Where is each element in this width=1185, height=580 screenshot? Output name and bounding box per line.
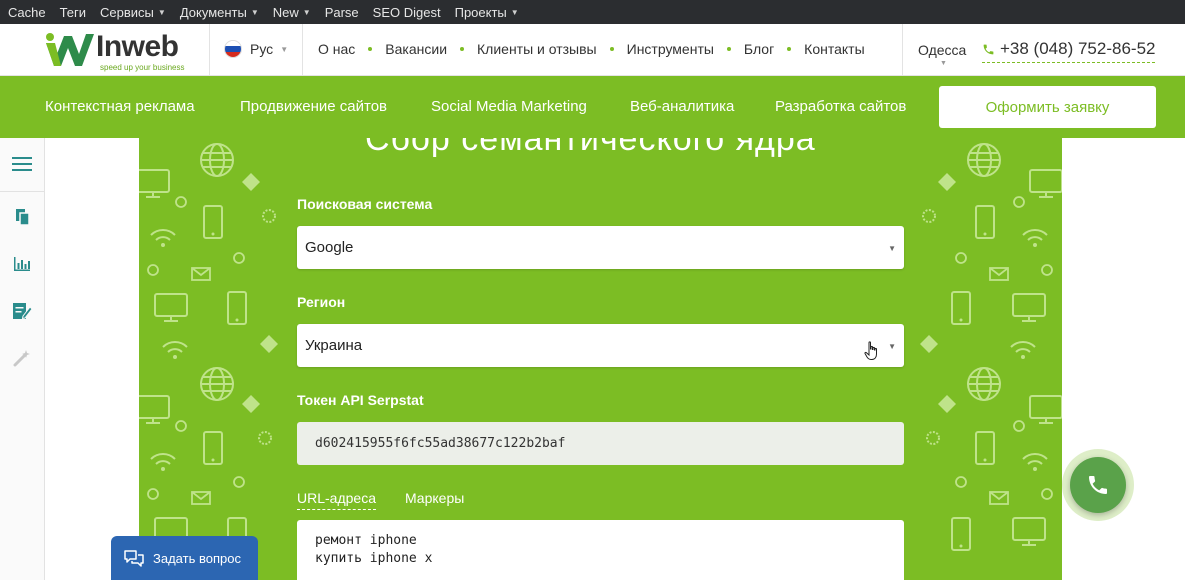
tab-markers[interactable]: Маркеры [405, 490, 464, 510]
search-engine-select[interactable]: Google ▼ [297, 226, 904, 269]
russian-flag-icon [224, 40, 242, 58]
hand-pointer-cursor-icon [864, 341, 877, 360]
admin-bar-item-tags[interactable]: Теги [60, 5, 86, 20]
copy-documents-icon[interactable] [11, 206, 33, 228]
api-token-label: Токен API Serpstat [297, 392, 424, 408]
admin-bar-item-projects[interactable]: Проекты ▼ [455, 5, 519, 20]
header-divider [902, 24, 903, 76]
language-switcher[interactable]: Рус ▼ [224, 40, 288, 58]
region-select[interactable]: Украина ▼ [297, 324, 904, 367]
phone-icon [983, 44, 994, 54]
language-label: Рус [250, 41, 274, 57]
admin-bar-item-label: New [272, 4, 299, 20]
service-item-analytics[interactable]: Веб-аналитика [630, 98, 734, 115]
admin-bar-item-label: Проекты [454, 4, 507, 20]
admin-bar-item-label: Сервисы [100, 4, 154, 20]
nav-separator-dot [609, 47, 614, 51]
nav-item-vacancies[interactable]: Вакансии [385, 41, 447, 57]
page-heading: Сбор семантического ядра [365, 138, 816, 158]
phone-handset-icon [1089, 476, 1107, 494]
ask-question-label: Задать вопрос [153, 550, 241, 566]
ask-question-button[interactable]: Задать вопрос [111, 536, 258, 580]
top-navigation: О нас Вакансии Клиенты и отзывы Инструме… [318, 41, 865, 57]
site-header: Inweb speed up your business Рус ▼ О нас… [0, 24, 1185, 76]
callback-widget [1062, 449, 1134, 521]
nav-item-contacts[interactable]: Контакты [804, 41, 864, 57]
nav-separator-dot [726, 47, 731, 51]
region-value: Украина [305, 337, 363, 354]
caret-down-icon: ▼ [280, 44, 289, 54]
callback-button[interactable] [1070, 457, 1126, 513]
caret-down-icon: ▼ [250, 7, 259, 17]
admin-bar: Cache Теги Сервисы ▼ Документы ▼ New ▼ Pars… [0, 0, 1185, 24]
order-request-button[interactable]: Оформить заявку [939, 86, 1156, 128]
site-logo[interactable]: Inweb speed up your business [44, 30, 204, 72]
edit-document-icon[interactable] [11, 300, 33, 322]
logo-text: Inweb [96, 30, 179, 63]
admin-bar-item-label: Parse [324, 4, 359, 20]
nav-separator-dot [787, 47, 792, 51]
menu-hamburger-icon[interactable] [11, 153, 33, 175]
caret-down-icon: ▼ [888, 342, 896, 351]
service-item-smm[interactable]: Social Media Marketing [431, 98, 587, 115]
service-item-context-ads[interactable]: Контекстная реклама [45, 98, 195, 115]
nav-item-blog[interactable]: Блог [744, 41, 774, 57]
sidebar-divider [0, 191, 45, 192]
phone-link[interactable]: +38 (048) 752-86-52 [982, 39, 1156, 63]
api-token-input[interactable]: d602415955f6fc55ad38677c122b2baf [297, 422, 904, 465]
phone-number: +38 (048) 752-86-52 [1000, 39, 1156, 58]
logo-tagline: speed up your business [100, 63, 185, 72]
nav-item-clients[interactable]: Клиенты и отзывы [477, 41, 597, 57]
service-item-web-dev[interactable]: Разработка сайтов [775, 98, 906, 115]
caret-down-icon: ▼ [888, 244, 896, 253]
admin-bar-item-label: Теги [59, 4, 87, 20]
caret-down-icon: ▼ [510, 7, 519, 17]
service-item-seo[interactable]: Продвижение сайтов [240, 98, 387, 115]
admin-bar-item-documents[interactable]: Документы ▼ [180, 5, 259, 20]
nav-item-about[interactable]: О нас [318, 41, 355, 57]
admin-bar-item-parse[interactable]: Parse [325, 5, 359, 20]
nav-separator-dot [368, 47, 373, 51]
tool-sidebar [0, 138, 45, 580]
input-mode-tabs: URL-адреса Маркеры [297, 490, 493, 510]
service-navigation: Контекстная реклама Продвижение сайтов S… [0, 76, 1185, 138]
caret-down-icon: ▼ [940, 60, 947, 67]
header-divider [209, 24, 210, 76]
header-divider [302, 24, 303, 76]
admin-bar-item-services[interactable]: Сервисы ▼ [100, 5, 166, 20]
admin-bar-item-label: Cache [8, 4, 46, 20]
logo-w-icon [46, 33, 94, 66]
semantic-core-form-panel: Сбор семантического ядра Поисковая систе… [139, 138, 1062, 580]
search-engine-label: Поисковая система [297, 196, 433, 212]
nav-separator-dot [460, 47, 465, 51]
admin-bar-item-seo-digest[interactable]: SEO Digest [373, 5, 441, 20]
city-label: Одесса [918, 42, 967, 58]
city-selector[interactable]: Одесса ▼ [918, 42, 967, 67]
nav-item-tools[interactable]: Инструменты [627, 41, 714, 57]
admin-bar-item-label: SEO Digest [372, 4, 441, 20]
chat-bubbles-icon [124, 550, 144, 567]
tab-urls[interactable]: URL-адреса [297, 490, 376, 510]
admin-bar-item-new[interactable]: New ▼ [273, 5, 311, 20]
bar-chart-icon[interactable] [11, 253, 33, 275]
page-margin-left [45, 138, 139, 580]
keywords-textarea[interactable]: ремонт iphone купить iphone x [297, 520, 904, 580]
admin-bar-item-cache[interactable]: Cache [8, 5, 46, 20]
search-engine-value: Google [305, 239, 354, 256]
magic-wand-icon[interactable] [11, 347, 33, 369]
caret-down-icon: ▼ [157, 7, 166, 17]
admin-bar-item-label: Документы [179, 4, 247, 20]
region-label: Регион [297, 294, 346, 310]
caret-down-icon: ▼ [302, 7, 311, 17]
